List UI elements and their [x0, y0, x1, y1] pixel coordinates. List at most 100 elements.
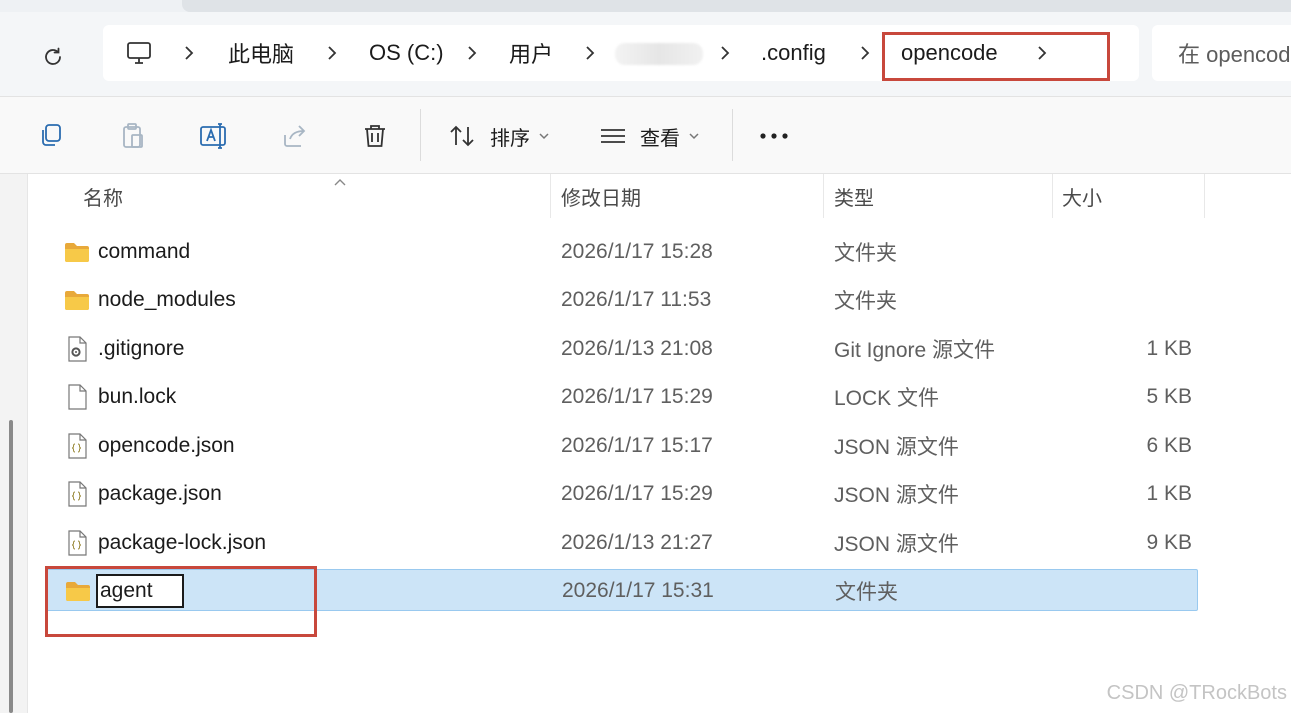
column-header-row: 名称 修改日期 类型 大小 [28, 174, 1291, 218]
file-type: 文件夹 [834, 242, 897, 265]
breadcrumb[interactable]: 此电脑 OS (C:) 用户 .config opencode [103, 25, 1139, 81]
share-button[interactable] [280, 117, 310, 155]
monitor-icon [127, 42, 151, 64]
file-type: JSON 源文件 [834, 436, 959, 459]
file-name: .gitignore [98, 337, 185, 360]
rename-button[interactable] [198, 117, 230, 155]
more-icon [760, 133, 788, 139]
file-date: 2026/1/17 15:31 [562, 579, 714, 602]
sort-icon [450, 125, 474, 147]
share-icon [284, 125, 306, 147]
file-list-pane: 名称 修改日期 类型 大小 command 2026/1/17 15:28 文件… [0, 174, 1291, 713]
file-size: 1 KB [1146, 337, 1192, 360]
column-header-modified[interactable]: 修改日期 [561, 174, 641, 218]
breadcrumb-drive[interactable]: OS (C:) [369, 25, 444, 81]
folder-icon [65, 291, 89, 310]
column-header-size[interactable]: 大小 [1062, 174, 1102, 218]
view-list-icon [601, 129, 625, 143]
breadcrumb-username-redacted[interactable] [615, 43, 703, 65]
rename-icon [200, 123, 226, 149]
chevron-right-icon[interactable] [719, 25, 731, 81]
column-divider[interactable] [823, 174, 824, 218]
file-row[interactable]: package.json 2026/1/17 15:29 JSON 源文件 1 … [45, 473, 1198, 515]
chevron-right-icon[interactable] [584, 25, 596, 81]
chevron-right-icon[interactable] [1036, 25, 1048, 81]
trash-icon [365, 125, 385, 147]
file-type: JSON 源文件 [834, 484, 959, 507]
search-input[interactable]: 在 opencode 中搜索 [1152, 25, 1291, 81]
chevron-down-icon [689, 133, 699, 140]
breadcrumb-users[interactable]: 用户 [509, 25, 553, 81]
chevron-right-icon[interactable] [326, 25, 338, 81]
delete-button[interactable] [360, 117, 390, 155]
toolbar-divider [420, 109, 421, 161]
file-size: 1 KB [1146, 482, 1192, 505]
file-type: Git Ignore 源文件 [834, 339, 996, 362]
refresh-button[interactable] [36, 40, 70, 74]
refresh-icon [45, 47, 61, 65]
column-header-type[interactable]: 类型 [834, 174, 874, 218]
file-icon [68, 384, 87, 410]
navigation-pane-edge [0, 174, 28, 713]
breadcrumb-current-folder[interactable]: opencode [901, 25, 998, 81]
file-row[interactable]: node_modules 2026/1/17 11:53 文件夹 [45, 279, 1198, 321]
folder-icon [66, 582, 90, 601]
file-date: 2026/1/13 21:08 [561, 337, 713, 360]
file-date: 2026/1/13 21:27 [561, 531, 713, 554]
file-date: 2026/1/17 15:17 [561, 434, 713, 457]
file-explorer-window: 此电脑 OS (C:) 用户 .config opencode 在 openco… [0, 0, 1291, 713]
toolbar-divider [732, 109, 733, 161]
json-file-icon [68, 530, 87, 556]
rename-field[interactable] [96, 574, 184, 608]
file-date: 2026/1/17 15:29 [561, 482, 713, 505]
file-type: 文件夹 [835, 581, 898, 604]
file-row-selected[interactable]: 2026/1/17 15:31 文件夹 [45, 569, 1198, 611]
watermark: CSDN @TRockBots [1106, 682, 1287, 704]
file-type: JSON 源文件 [834, 533, 959, 556]
breadcrumb-this-pc[interactable]: 此电脑 [228, 25, 294, 81]
chevron-down-icon [539, 133, 549, 140]
view-button[interactable]: 查看 [598, 117, 700, 155]
search-placeholder: 在 opencode 中搜索 [1178, 42, 1291, 67]
file-name: node_modules [98, 288, 236, 311]
file-row[interactable]: command 2026/1/17 15:28 文件夹 [45, 231, 1198, 273]
folder-icon [65, 243, 89, 262]
copy-icon [42, 124, 61, 146]
column-divider[interactable] [550, 174, 551, 218]
scrollbar-thumb[interactable] [9, 420, 13, 713]
this-pc-breadcrumb-icon[interactable] [125, 25, 153, 81]
column-header-name[interactable]: 名称 [83, 174, 123, 218]
file-row[interactable]: package-lock.json 2026/1/13 21:27 JSON 源… [45, 522, 1198, 564]
paste-icon [123, 123, 143, 148]
file-name: bun.lock [98, 385, 177, 408]
command-bar: 排序 查看 [0, 96, 1291, 174]
sort-button[interactable]: 排序 [448, 117, 550, 155]
copy-button[interactable] [36, 117, 66, 155]
file-type: 文件夹 [834, 290, 897, 313]
view-label: 查看 [640, 127, 680, 150]
file-size: 9 KB [1146, 531, 1192, 554]
settings-file-icon [68, 336, 87, 362]
address-area: 此电脑 OS (C:) 用户 .config opencode 在 openco… [0, 12, 1291, 96]
chevron-right-icon[interactable] [859, 25, 871, 81]
json-file-icon [68, 433, 87, 459]
file-name: package-lock.json [98, 531, 267, 554]
sort-label: 排序 [490, 127, 530, 150]
column-divider[interactable] [1052, 174, 1053, 218]
chevron-right-icon[interactable] [183, 25, 195, 81]
file-name: opencode.json [98, 434, 235, 457]
paste-button[interactable] [118, 117, 148, 155]
more-options-button[interactable] [758, 117, 790, 155]
file-row[interactable]: opencode.json 2026/1/17 15:17 JSON 源文件 6… [45, 425, 1198, 467]
file-row[interactable]: bun.lock 2026/1/17 15:29 LOCK 文件 5 KB [45, 376, 1198, 418]
chevron-right-icon[interactable] [466, 25, 478, 81]
file-name: command [98, 240, 191, 263]
file-size: 6 KB [1146, 434, 1192, 457]
column-divider[interactable] [1204, 174, 1205, 218]
breadcrumb-config[interactable]: .config [761, 25, 826, 81]
file-row[interactable]: .gitignore 2026/1/13 21:08 Git Ignore 源文… [45, 328, 1198, 370]
file-date: 2026/1/17 11:53 [561, 288, 712, 311]
json-file-icon [68, 481, 87, 507]
file-type: LOCK 文件 [834, 387, 940, 410]
file-date: 2026/1/17 15:29 [561, 385, 713, 408]
